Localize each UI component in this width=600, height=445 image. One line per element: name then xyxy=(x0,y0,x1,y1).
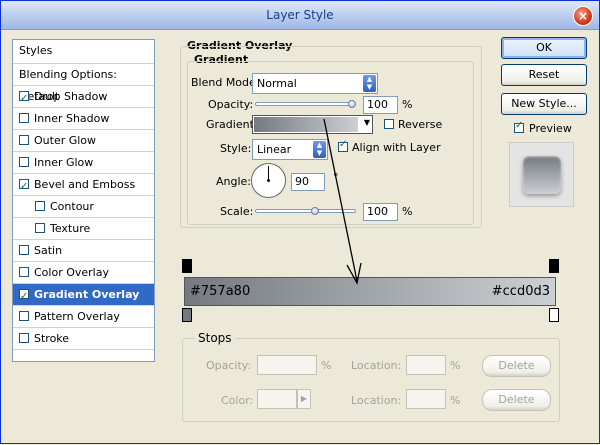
stop-opacity-location-field xyxy=(406,355,446,375)
stops-title: Stops xyxy=(195,331,235,345)
stop-opacity-field xyxy=(257,355,317,375)
reset-button[interactable]: Reset xyxy=(501,64,587,86)
layer-style-dialog: Layer Style × Styles Blending Options: D… xyxy=(0,0,600,444)
delete-color-stop-button[interactable]: Delete xyxy=(482,389,551,411)
color-arrow-icon: ▶ xyxy=(297,389,311,409)
style-preview-swatch xyxy=(523,156,561,194)
stop-color-label: Color: xyxy=(221,394,254,407)
preview-label: Preview xyxy=(529,122,572,135)
stop-color-location-percent: % xyxy=(450,394,461,407)
style-preview xyxy=(509,142,574,207)
new-style-button[interactable]: New Style... xyxy=(501,93,587,115)
stop-opacity-percent: % xyxy=(321,359,332,372)
delete-opacity-stop-button[interactable]: Delete xyxy=(482,355,551,377)
stop-opacity-location-label: Location: xyxy=(351,359,402,372)
preview-checkbox[interactable] xyxy=(514,120,524,133)
stop-color-swatch xyxy=(257,389,297,409)
stop-opacity-location-percent: % xyxy=(450,359,461,372)
stop-color-location-field xyxy=(406,389,446,409)
ok-button[interactable]: OK xyxy=(501,37,587,59)
stop-color-location-label: Location: xyxy=(351,394,402,407)
stop-opacity-label: Opacity: xyxy=(206,359,252,372)
